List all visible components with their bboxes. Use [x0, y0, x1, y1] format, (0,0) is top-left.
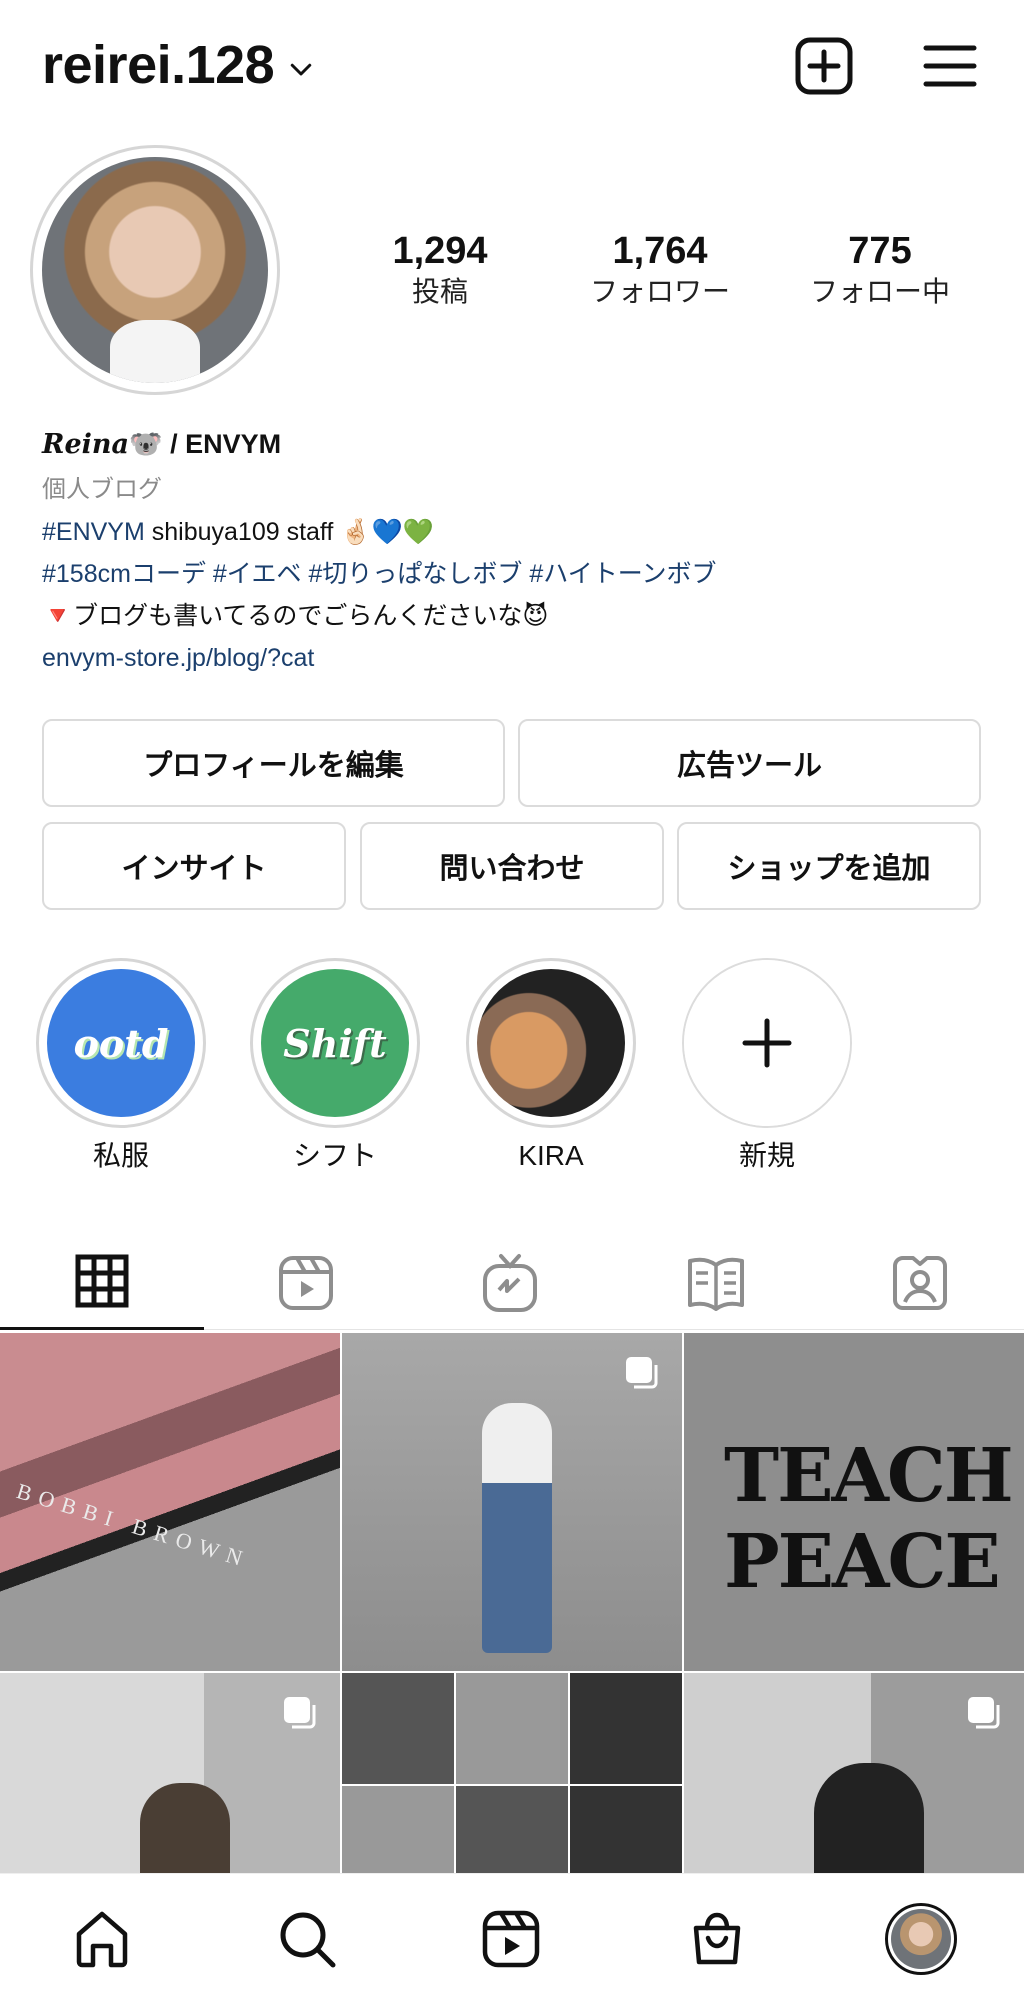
top-bar: reirei.128 — [0, 0, 1024, 130]
profile-tabs — [0, 1235, 1024, 1330]
collage-tile — [570, 1673, 682, 1785]
highlight-cover: Shift — [261, 969, 409, 1117]
tab-igtv[interactable] — [408, 1235, 612, 1330]
nav-search[interactable] — [262, 1894, 352, 1984]
highlight-ring: Shift — [250, 958, 420, 1128]
bio-text: 🔻ブログも書いてるのでごらんくださいな😈 — [42, 602, 549, 630]
collage-tile — [456, 1673, 568, 1785]
story-highlight[interactable]: Shift シフト — [250, 958, 420, 1174]
menu-icon[interactable] — [918, 34, 982, 98]
nav-profile[interactable] — [876, 1894, 966, 1984]
stat-value: 775 — [848, 230, 912, 272]
story-highlight[interactable]: ootd 私服 — [36, 958, 206, 1174]
avatar-image — [891, 1909, 951, 1969]
bio-line: #158cmコーデ #イエベ #切りっぱなしボブ #ハイトーンボブ — [42, 553, 982, 595]
reels-icon — [279, 1255, 333, 1310]
highlight-label: シフト — [292, 1140, 377, 1171]
bio-line: 🔻ブログも書いてるのでごらんくださいな😈 — [42, 595, 982, 637]
grid-icon — [75, 1254, 129, 1308]
collage-tile — [456, 1786, 568, 1873]
carousel-icon — [968, 1697, 1000, 1729]
guides-icon — [688, 1257, 744, 1311]
highlight-cover — [477, 969, 625, 1117]
profile-category: 個人ブログ — [42, 476, 162, 503]
account-switcher[interactable]: reirei.128 — [42, 34, 316, 96]
tab-tagged[interactable] — [818, 1235, 1022, 1330]
post-thumbnail[interactable]: TEACH PEACE — [684, 1333, 1024, 1671]
posts-count[interactable]: 1,294 投稿 — [340, 228, 540, 310]
tagged-icon — [893, 1255, 947, 1310]
collage-tile — [570, 1786, 682, 1873]
post-thumbnail[interactable] — [342, 1333, 682, 1671]
stat-label: フォロワー — [589, 276, 730, 307]
chevron-down-icon — [290, 63, 312, 76]
tab-guides[interactable] — [614, 1235, 818, 1330]
hashtag-link[interactable]: #ENVYM — [42, 518, 145, 546]
tab-reels[interactable] — [204, 1235, 408, 1330]
highlight-ring: ootd — [36, 958, 206, 1128]
profile-avatar[interactable] — [30, 145, 280, 395]
bio-text: shibuya109 staff 🤞🏻💙💚 — [144, 518, 434, 546]
posts-grid: BOBBI BROWN TEACH PEACE — [0, 1333, 1024, 1873]
avatar-image — [42, 157, 268, 383]
bio-line: #ENVYM shibuya109 staff 🤞🏻💙💚 — [42, 511, 982, 553]
tab-posts-grid[interactable] — [0, 1235, 204, 1330]
stat-value: 1,764 — [612, 230, 708, 272]
highlight-label: 新規 — [738, 1140, 795, 1171]
following-count[interactable]: 775 フォロー中 — [780, 228, 980, 310]
highlight-label: 私服 — [92, 1140, 149, 1171]
highlight-ring — [466, 958, 636, 1128]
highlight-label: KIRA — [518, 1140, 584, 1171]
highlight-ring — [682, 958, 852, 1128]
new-post-icon[interactable] — [792, 34, 856, 98]
insights-button[interactable]: インサイト — [42, 822, 346, 910]
ad-tools-button[interactable]: 広告ツール — [518, 719, 981, 807]
add-shop-button[interactable]: ショップを追加 — [677, 822, 981, 910]
bottom-navigation — [0, 1873, 1024, 2003]
post-thumbnail[interactable]: BOBBI BROWN — [0, 1333, 340, 1671]
post-overlay-text: TEACH PEACE — [724, 1433, 1014, 1605]
contact-button[interactable]: 問い合わせ — [360, 822, 664, 910]
profile-bio: Reina🐨 / ENVYM 個人ブログ #ENVYM shibuya109 s… — [42, 424, 982, 679]
username: reirei.128 — [42, 35, 275, 95]
website-link[interactable]: envym-store.jp/blog/?cat — [42, 637, 982, 679]
post-collage — [342, 1673, 682, 1873]
shop-icon — [693, 1912, 741, 1965]
nav-shop[interactable] — [672, 1894, 762, 1984]
edit-profile-button[interactable]: プロフィールを編集 — [42, 719, 505, 807]
hashtag-link[interactable]: #158cmコーデ #イエベ #切りっぱなしボブ #ハイトーンボブ — [42, 560, 717, 588]
post-figure — [814, 1763, 924, 1873]
display-name-script: Reina — [42, 429, 129, 460]
collage-tile — [342, 1673, 454, 1785]
home-icon — [76, 1911, 128, 1968]
profile-avatar-small — [885, 1903, 957, 1975]
post-thumbnail[interactable] — [0, 1673, 340, 1873]
highlight-cover: ootd — [47, 969, 195, 1117]
carousel-icon — [626, 1357, 658, 1389]
search-icon — [280, 1912, 336, 1968]
post-figure — [140, 1783, 230, 1873]
display-name: Reina🐨 / ENVYM — [42, 424, 982, 465]
plus-icon — [684, 960, 850, 1126]
post-overlay-text: BOBBI BROWN — [13, 1478, 254, 1573]
collage-tile — [342, 1786, 454, 1873]
carousel-icon — [284, 1697, 316, 1729]
reels-icon — [482, 1910, 540, 1968]
nav-reels[interactable] — [466, 1894, 556, 1984]
profile-stats: 1,294 投稿 1,764 フォロワー 775 フォロー中 — [340, 228, 980, 310]
post-figure — [482, 1403, 552, 1653]
post-thumbnail[interactable] — [342, 1673, 682, 1873]
stat-label: フォロー中 — [809, 276, 950, 307]
nav-home[interactable] — [57, 1894, 147, 1984]
new-highlight-button[interactable]: 新規 — [682, 958, 852, 1174]
story-highlight[interactable]: KIRA — [466, 958, 636, 1174]
post-thumbnail[interactable] — [684, 1673, 1024, 1873]
stat-value: 1,294 — [392, 230, 488, 272]
igtv-icon — [483, 1253, 537, 1312]
display-name-suffix: 🐨 / ENVYM — [129, 429, 282, 459]
stat-label: 投稿 — [411, 276, 468, 307]
followers-count[interactable]: 1,764 フォロワー — [560, 228, 760, 310]
